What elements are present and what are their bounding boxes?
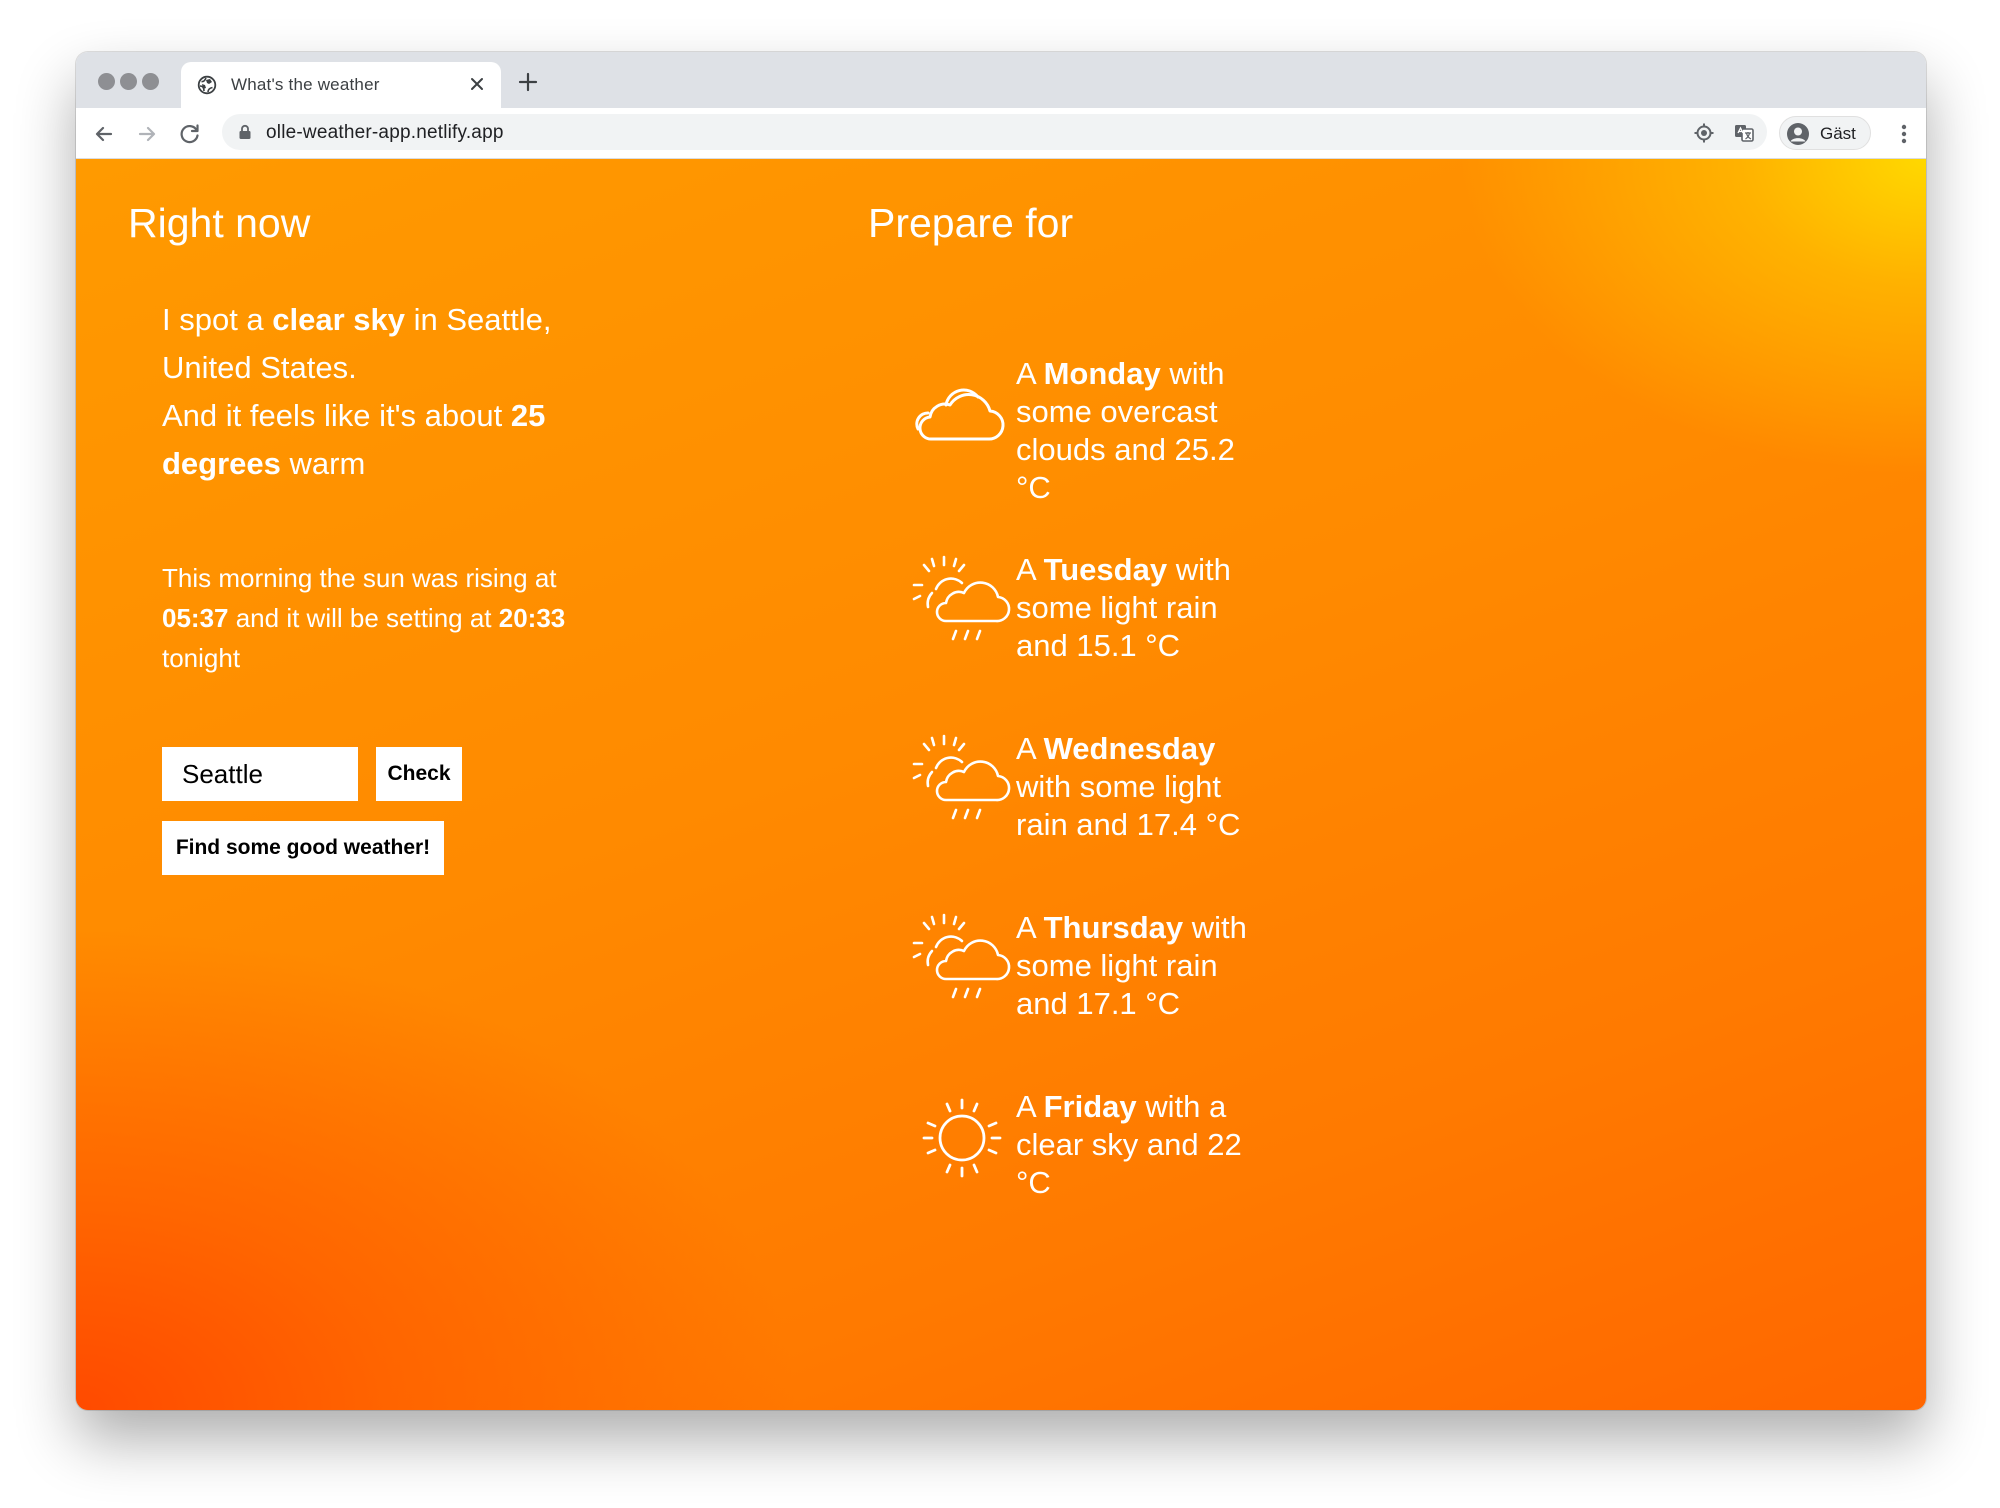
location-target-icon[interactable] (1692, 121, 1716, 145)
maximize-window-button[interactable] (142, 73, 159, 90)
profile-button[interactable]: Gäst (1779, 116, 1871, 150)
cloud-icon (915, 388, 1005, 441)
back-arrow-icon[interactable] (90, 120, 118, 148)
forward-arrow-icon[interactable] (133, 120, 161, 148)
forecast-text-thursday: A Thursday with some light rain and 17.1… (1016, 909, 1276, 1023)
browser-window: What's the weather olle-weather-app.netl… (76, 52, 1926, 1410)
forecast-text-monday: A Monday with some overcast clouds and 2… (1016, 355, 1276, 507)
minimize-window-button[interactable] (120, 73, 137, 90)
sun-cloud-rain-icon (912, 913, 1011, 999)
close-window-button[interactable] (98, 73, 115, 90)
tab-weather[interactable]: What's the weather (181, 62, 501, 108)
forecast-item-thursday: A Thursday with some light rain and 17.1… (756, 909, 1356, 1069)
forecast-prefix: A (1016, 356, 1044, 391)
profile-name: Gäst (1820, 124, 1856, 143)
find-good-weather-button[interactable]: Find some good weather! (162, 821, 444, 875)
current-prefix: I spot a (162, 302, 273, 337)
forecast-text-wednesday: A Wednesday with some light rain and 17.… (1016, 730, 1276, 844)
feels-like-suffix: warm (280, 446, 366, 481)
current-weather-text: I spot a clear sky in Seattle, United St… (162, 296, 622, 488)
forecast-text-tuesday: A Tuesday with some light rain and 15.1 … (1016, 551, 1276, 665)
tab-strip: What's the weather (76, 52, 1926, 108)
forecast-details: with some light rain and 17.4 °C (1016, 769, 1241, 842)
forecast-text-friday: A Friday with a clear sky and 22 °C (1016, 1088, 1276, 1202)
page-viewport: Right now I spot a clear sky in Seattle,… (76, 159, 1926, 1410)
sun-cloud-rain-icon (912, 555, 1011, 641)
sunrise-prefix: This morning the sun was rising at (162, 563, 557, 593)
translate-icon[interactable] (1732, 121, 1756, 145)
forecast-day: Friday (1043, 1089, 1137, 1124)
forecast-day: Thursday (1043, 910, 1184, 945)
prepare-for-heading: Prepare for (868, 200, 1074, 246)
right-now-heading: Right now (128, 200, 311, 246)
sun-cloud-rain-icon (912, 734, 1011, 820)
forecast-day: Monday (1043, 356, 1161, 391)
globe-icon (197, 75, 217, 95)
sunset-prefix: and it will be setting at (228, 603, 499, 633)
forecast-prefix: A (1016, 910, 1044, 945)
reload-icon[interactable] (176, 120, 204, 148)
feels-like-prefix: And it feels like it's about (162, 398, 511, 433)
lock-icon[interactable] (238, 124, 252, 140)
more-menu-icon[interactable] (1892, 120, 1916, 148)
sun-icon (922, 1098, 1002, 1178)
tab-title: What's the weather (231, 75, 380, 94)
forecast-item-tuesday: A Tuesday with some light rain and 15.1 … (756, 551, 1356, 711)
forecast-day: Wednesday (1043, 731, 1216, 766)
forecast-item-wednesday: A Wednesday with some light rain and 17.… (756, 730, 1356, 890)
browser-toolbar: olle-weather-app.netlify.app Gäst (76, 108, 1926, 159)
sunset-time: 20:33 (498, 603, 566, 633)
url-text: olle-weather-app.netlify.app (266, 122, 504, 143)
forecast-prefix: A (1016, 1089, 1044, 1124)
forecast-prefix: A (1016, 552, 1044, 587)
city-input[interactable] (162, 747, 358, 801)
sun-times-text: This morning the sun was rising at 05:37… (162, 558, 582, 678)
close-icon[interactable] (465, 72, 489, 96)
check-button[interactable]: Check (376, 747, 462, 801)
address-bar[interactable]: olle-weather-app.netlify.app (222, 114, 1767, 150)
current-condition: clear sky (272, 302, 406, 337)
forecast-item-monday: A Monday with some overcast clouds and 2… (756, 335, 1356, 505)
plus-icon[interactable] (516, 70, 540, 94)
forecast-item-friday: A Friday with a clear sky and 22 °C (756, 1088, 1356, 1248)
forecast-prefix: A (1016, 731, 1044, 766)
sunset-suffix: tonight (162, 643, 241, 673)
forecast-day: Tuesday (1043, 552, 1168, 587)
avatar-icon (1787, 123, 1809, 145)
sunrise-time: 05:37 (162, 603, 229, 633)
